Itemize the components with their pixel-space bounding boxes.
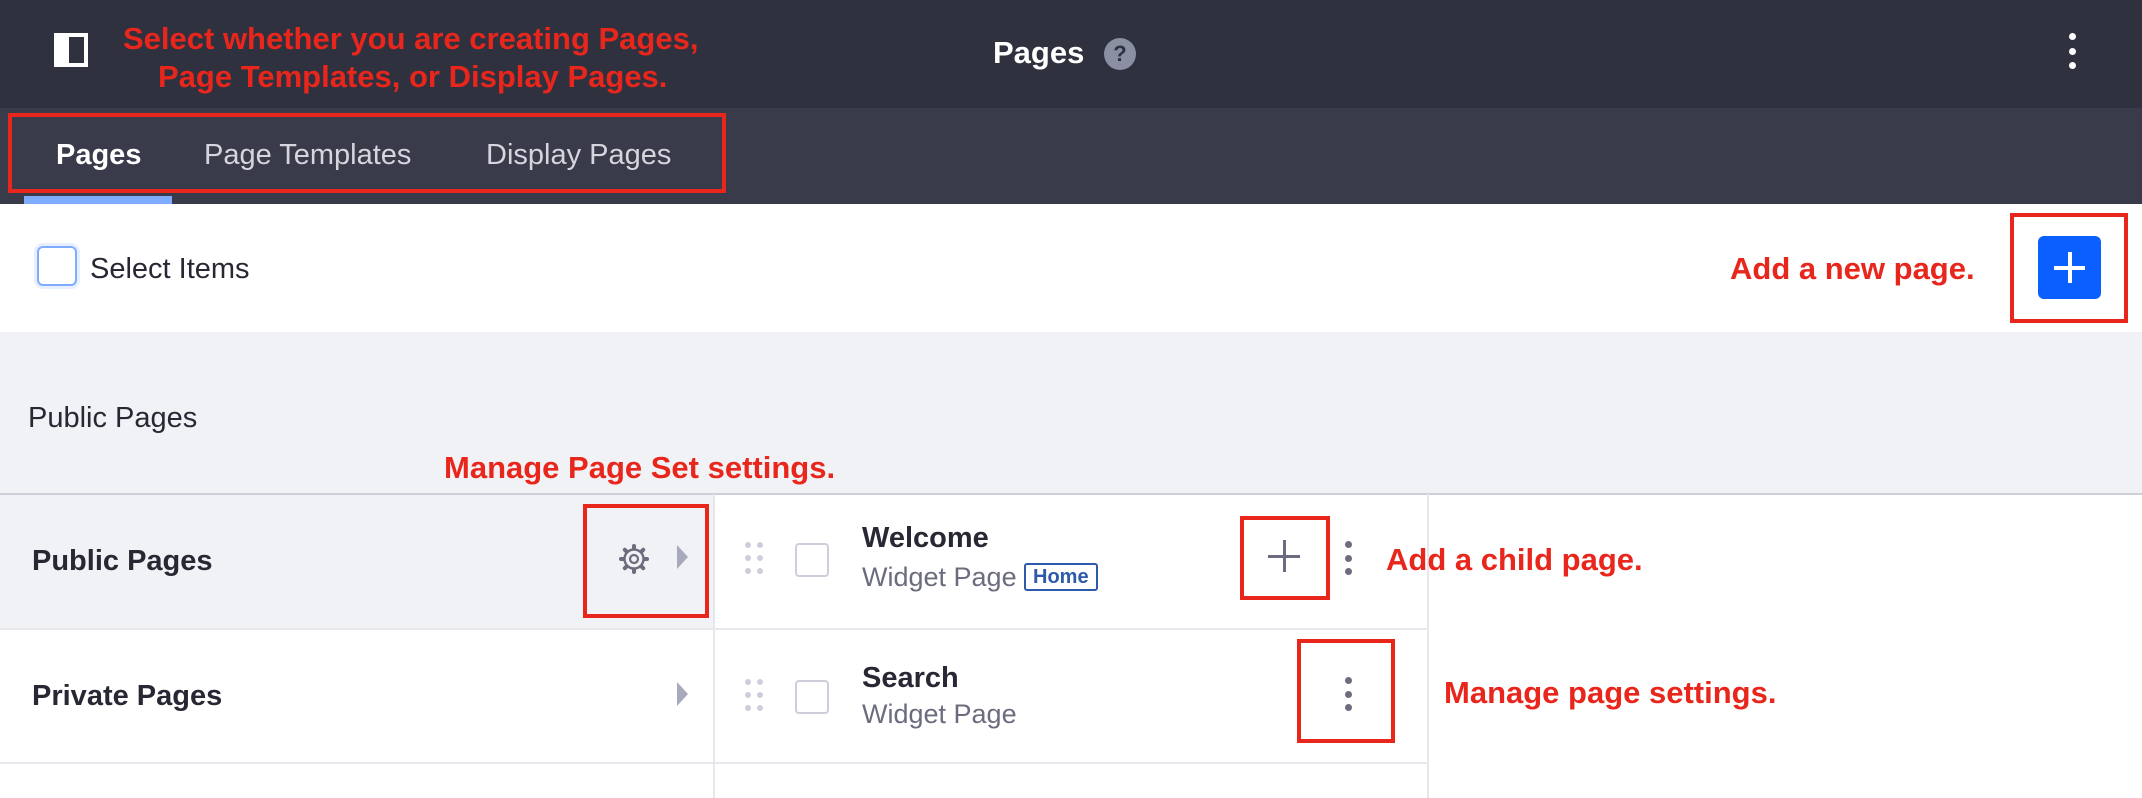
- help-icon[interactable]: ?: [1104, 38, 1136, 70]
- chevron-right-icon[interactable]: [677, 682, 688, 706]
- column-divider: [1427, 494, 1429, 798]
- page-type: Widget Page: [862, 699, 1017, 729]
- row-divider: [715, 762, 1427, 764]
- annotation-tabs-line2: Page Templates, or Display Pages.: [158, 59, 668, 94]
- annotation-box-page-settings: [1297, 639, 1395, 743]
- page-title: Pages: [993, 35, 1085, 70]
- column-divider: [713, 494, 715, 798]
- section-heading: Public Pages: [28, 402, 198, 434]
- page-row-checkbox[interactable]: [795, 543, 829, 577]
- annotation-box-add-page: [2010, 213, 2128, 323]
- annotation-box-child-page: [1240, 516, 1330, 600]
- annotation-add-page: Add a new page.: [1730, 251, 1975, 286]
- header-options-icon[interactable]: [2066, 33, 2078, 69]
- page-options-icon[interactable]: [1342, 541, 1354, 575]
- home-badge: Home: [1024, 563, 1098, 591]
- row-divider: [715, 628, 1427, 630]
- row-divider: [0, 762, 713, 764]
- page-set-label: Private Pages: [32, 680, 223, 712]
- annotation-child-page: Add a child page.: [1386, 542, 1643, 577]
- page-set-item-private[interactable]: Private Pages: [0, 630, 713, 763]
- active-tab-indicator: [24, 196, 172, 204]
- page-name[interactable]: Welcome: [862, 520, 989, 556]
- page-row-checkbox[interactable]: [795, 680, 829, 714]
- page-name[interactable]: Search: [862, 660, 959, 696]
- drag-handle-icon[interactable]: [745, 679, 765, 711]
- select-items-checkbox[interactable]: [37, 246, 77, 286]
- select-items-label: Select Items: [90, 253, 250, 285]
- annotation-tabs-line1: Select whether you are creating Pages,: [123, 21, 699, 56]
- content-area: [0, 332, 2142, 494]
- annotation-page-set: Manage Page Set settings.: [444, 450, 836, 485]
- annotation-box-tabs: [8, 113, 726, 193]
- page-type: Widget Page: [862, 562, 1017, 592]
- drag-handle-icon[interactable]: [745, 542, 765, 574]
- annotation-box-page-set: [583, 504, 709, 618]
- product-menu-toggle-icon[interactable]: [54, 33, 88, 67]
- annotation-page-settings: Manage page settings.: [1444, 675, 1777, 710]
- page-set-label: Public Pages: [32, 545, 213, 577]
